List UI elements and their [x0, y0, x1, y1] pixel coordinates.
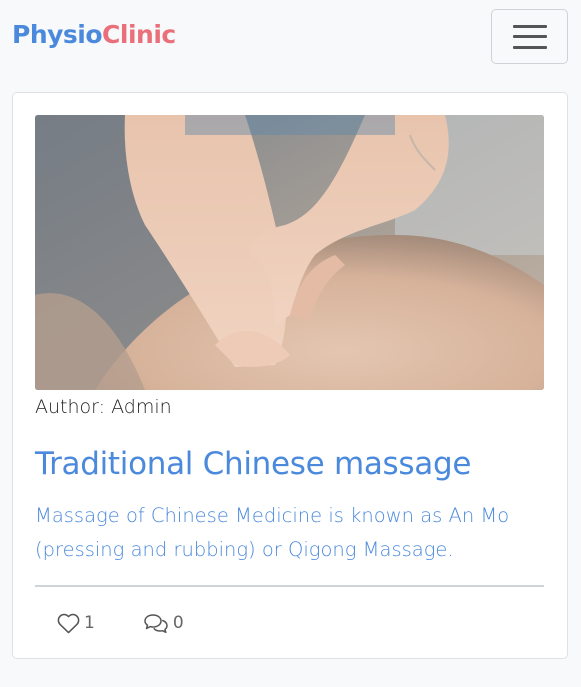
- hamburger-icon: [512, 24, 547, 49]
- like-count: 1: [84, 613, 95, 633]
- post-card: Author: Admin Traditional Chinese massag…: [12, 92, 568, 659]
- brand-part-physio: Physio: [12, 20, 103, 49]
- heart-icon: [57, 613, 80, 633]
- massage-photo: [35, 115, 544, 390]
- author-label: Author:: [35, 396, 106, 418]
- post-meta: 1 0: [57, 611, 184, 635]
- navbar: PhysioClinic: [0, 0, 581, 74]
- author-name: Admin: [111, 396, 172, 418]
- post-divider: [35, 585, 544, 587]
- comment-count: 0: [172, 613, 184, 633]
- comments-button[interactable]: 0: [143, 613, 184, 634]
- like-button[interactable]: 1: [57, 613, 95, 634]
- post-title-link[interactable]: Traditional Chinese massage: [35, 446, 555, 482]
- navbar-toggler-button[interactable]: [491, 9, 568, 64]
- post-image[interactable]: [35, 115, 544, 390]
- brand-part-clinic: Clinic: [102, 20, 176, 49]
- post-author: Author: Admin: [35, 396, 172, 418]
- brand-logo[interactable]: PhysioClinic: [12, 20, 176, 49]
- comments-icon: [144, 613, 168, 633]
- post-excerpt: Massage of Chinese Medicine is known as …: [35, 504, 510, 561]
